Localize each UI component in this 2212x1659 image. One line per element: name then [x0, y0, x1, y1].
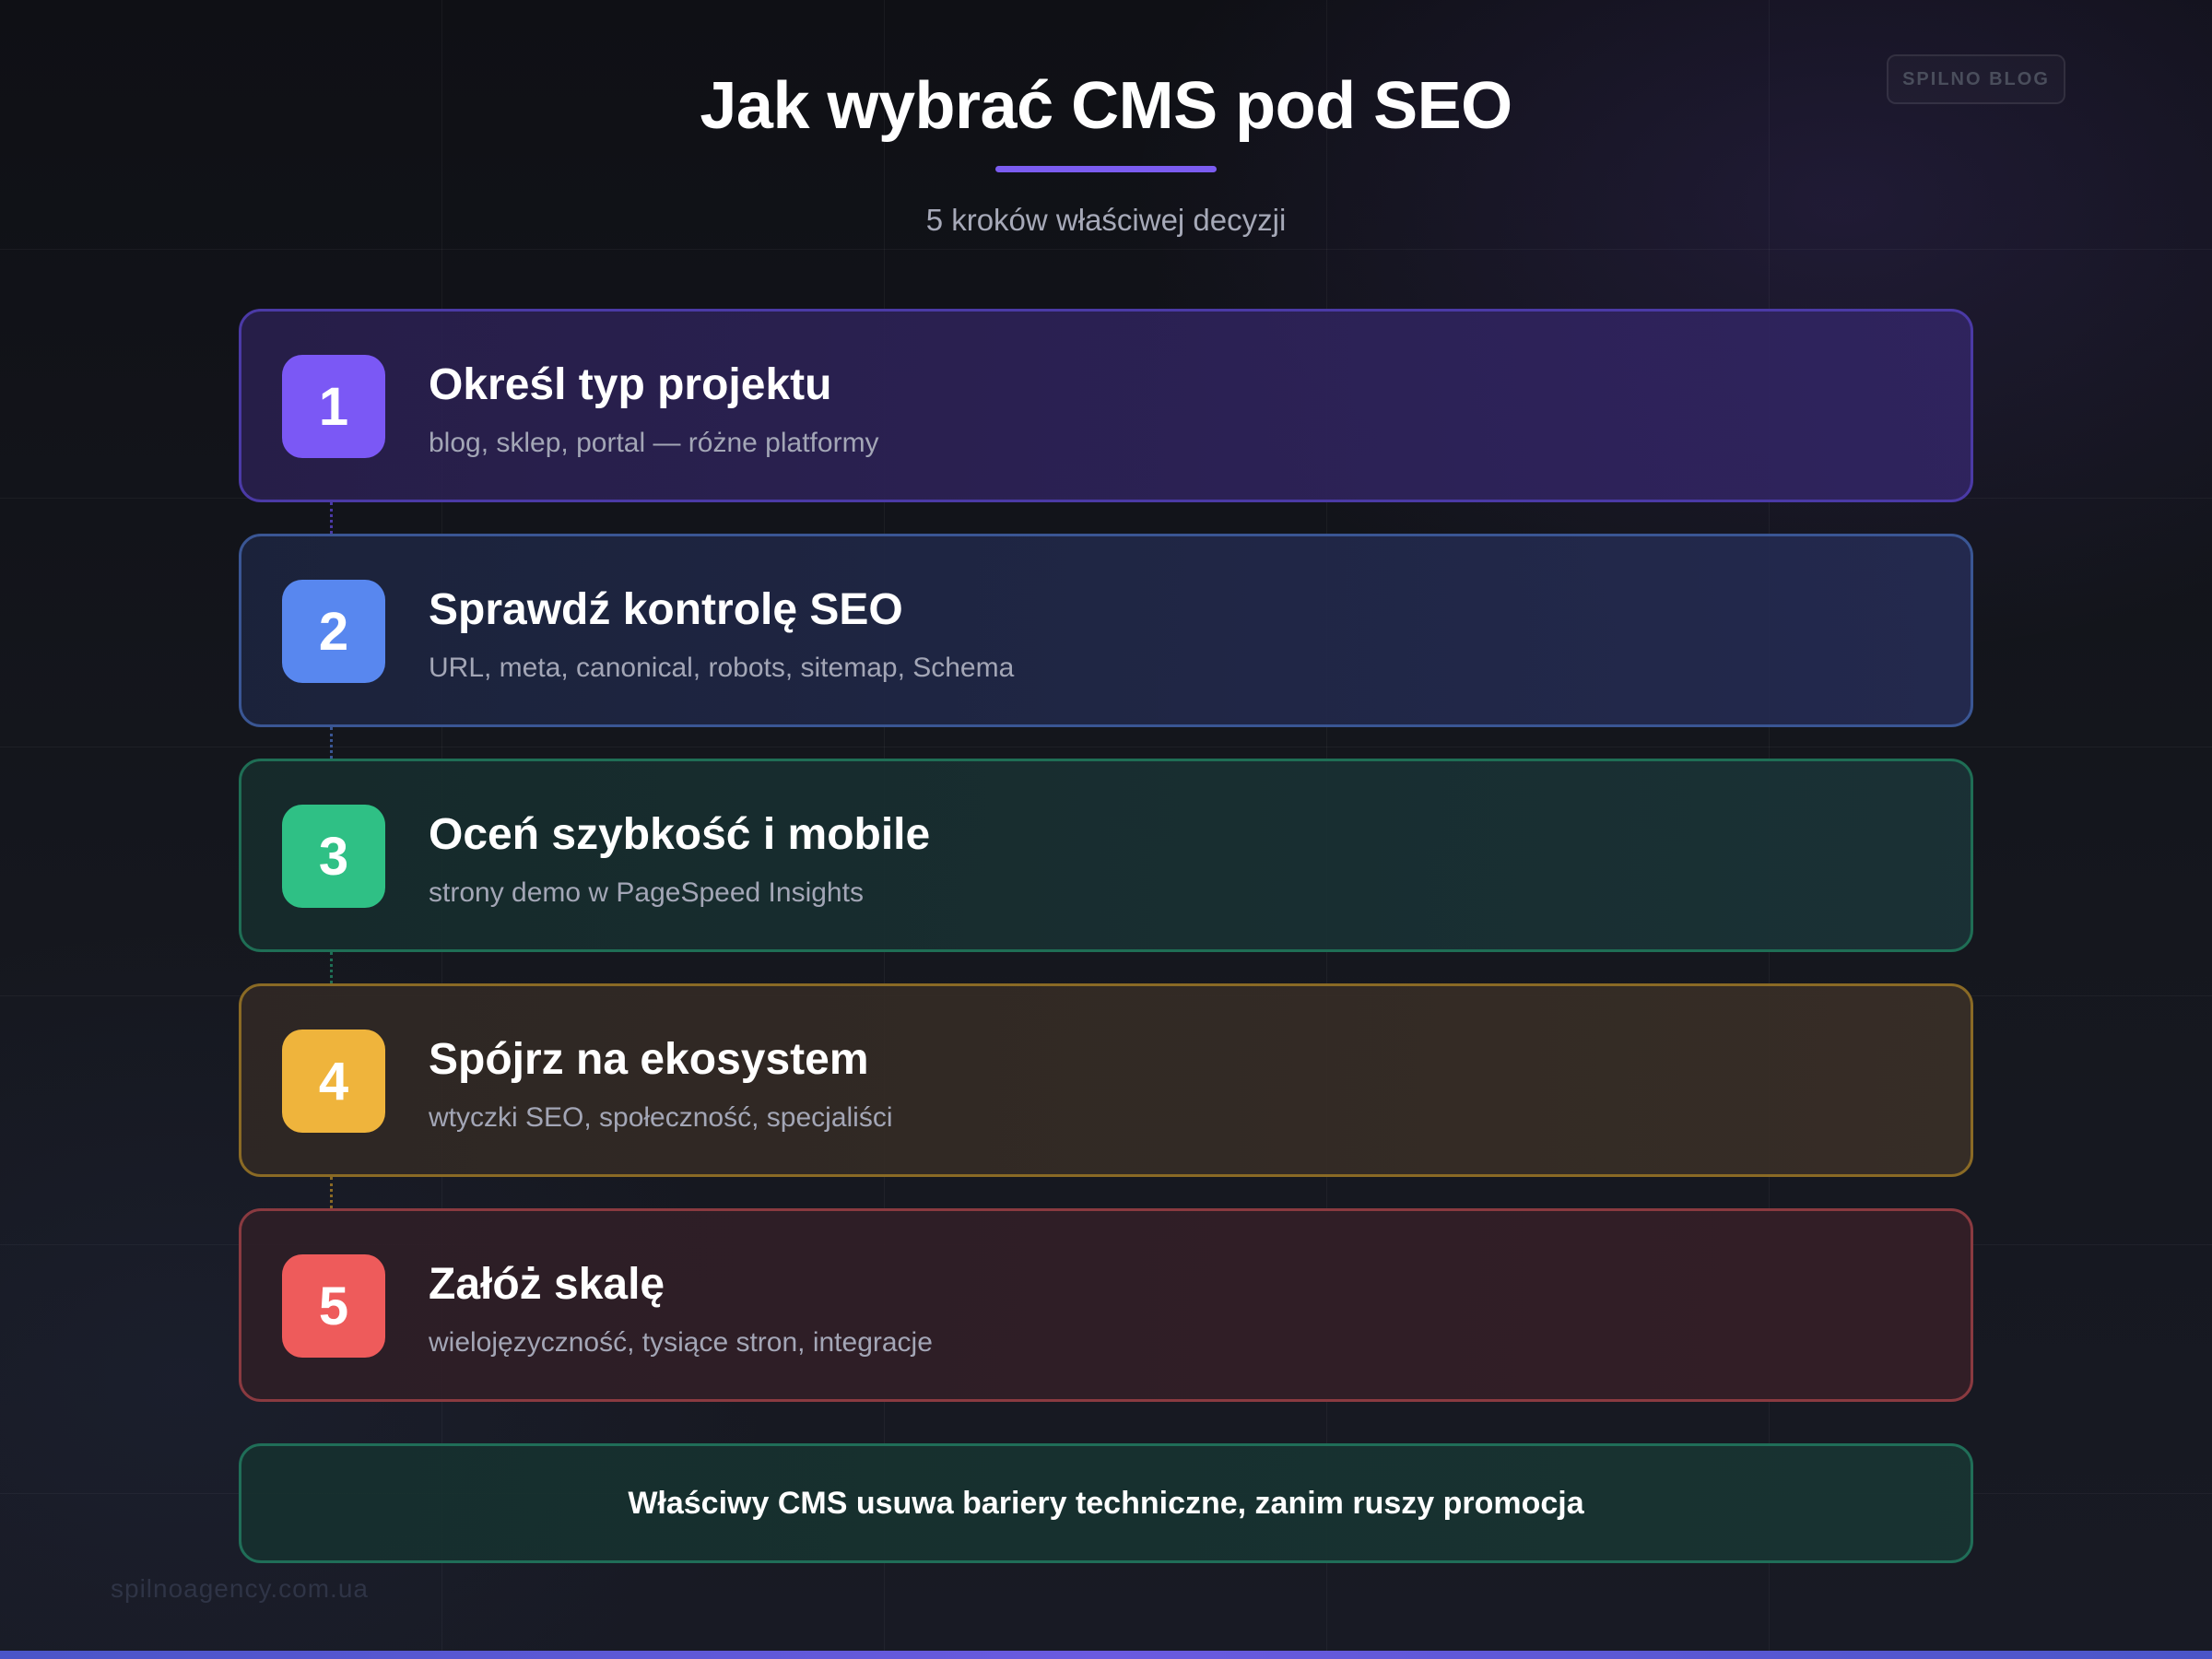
- step-connector: [330, 1177, 333, 1208]
- infographic-canvas: SPILNO BLOG Jak wybrać CMS pod SEO 5 kro…: [0, 0, 2212, 1659]
- step-number-badge: 3: [282, 805, 385, 908]
- step-description: URL, meta, canonical, robots, sitemap, S…: [429, 653, 1015, 683]
- step-connector: [330, 502, 333, 534]
- step-title: Określ typ projektu: [429, 360, 832, 409]
- step-number-badge: 2: [282, 580, 385, 683]
- step-connector: [330, 727, 333, 759]
- step-card-3: 3 Oceń szybkość i mobile strony demo w P…: [239, 759, 1973, 952]
- step-card-5: 5 Załóż skalę wielojęzyczność, tysiące s…: [239, 1208, 1973, 1402]
- page-subtitle: 5 kroków właściwej decyzji: [925, 203, 1287, 237]
- bottom-accent-bar: [0, 1651, 2212, 1659]
- step-card-4: 4 Spójrz na ekosystem wtyczki SEO, społe…: [239, 983, 1973, 1177]
- title-underline: [995, 166, 1217, 172]
- step-title: Załóż skalę: [429, 1260, 665, 1309]
- step-number-badge: 1: [282, 355, 385, 458]
- step-title: Sprawdź kontrolę SEO: [429, 585, 903, 634]
- step-description: strony demo w PageSpeed Insights: [429, 877, 864, 908]
- step-title: Spójrz na ekosystem: [429, 1035, 869, 1084]
- step-description: blog, sklep, portal — różne platformy: [429, 428, 879, 458]
- step-description: wtyczki SEO, społeczność, specjaliści: [429, 1102, 893, 1133]
- page-title: Jak wybrać CMS pod SEO: [700, 69, 1512, 143]
- step-number-badge: 4: [282, 1030, 385, 1133]
- grid-line: [0, 249, 2212, 250]
- footer-url: spilnoagency.com.ua: [111, 1574, 369, 1603]
- step-connector: [330, 952, 333, 983]
- step-card-2: 2 Sprawdź kontrolę SEO URL, meta, canoni…: [239, 534, 1973, 727]
- conclusion-callout: Właściwy CMS usuwa bariery techniczne, z…: [239, 1443, 1973, 1563]
- step-card-1: 1 Określ typ projektu blog, sklep, porta…: [239, 309, 1973, 502]
- step-title: Oceń szybkość i mobile: [429, 810, 931, 859]
- step-description: wielojęzyczność, tysiące stron, integrac…: [429, 1327, 933, 1358]
- step-number-badge: 5: [282, 1254, 385, 1358]
